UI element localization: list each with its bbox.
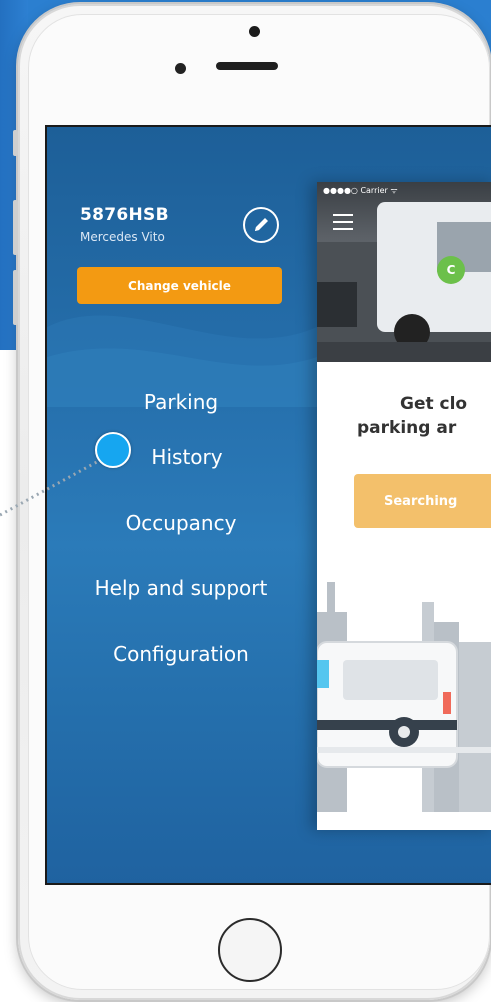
pointer-line: [0, 456, 105, 517]
tap-highlight-marker: [95, 432, 131, 468]
